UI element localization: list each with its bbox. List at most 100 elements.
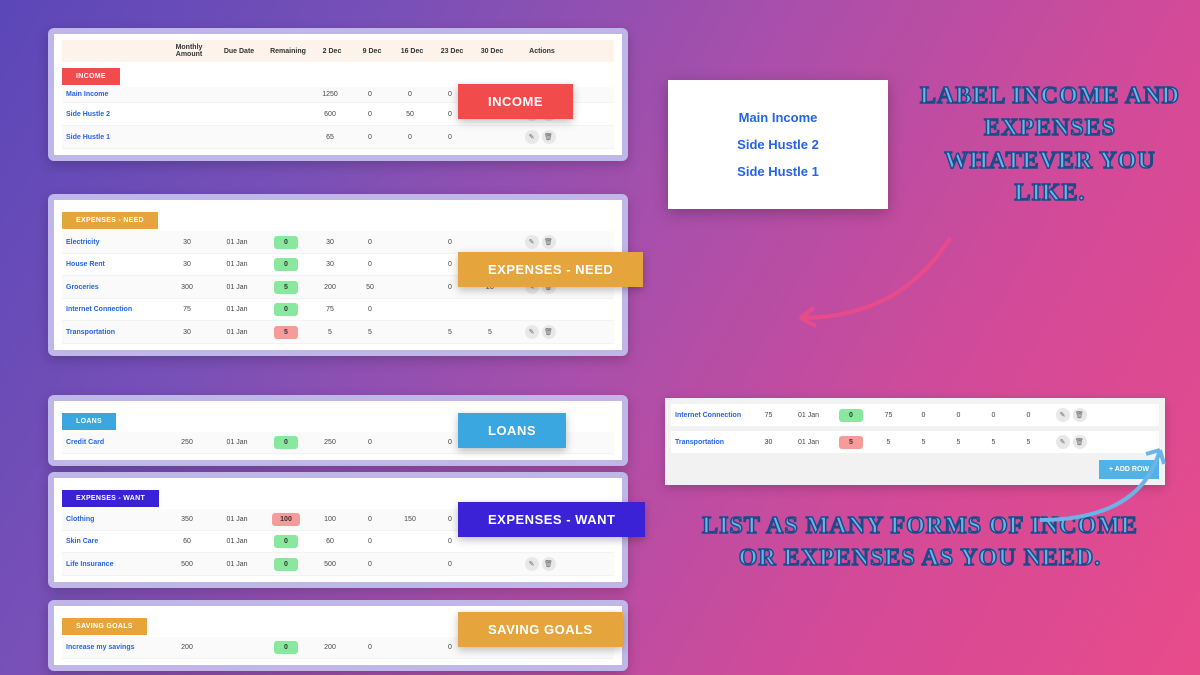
delete-icon[interactable]: 🗑 bbox=[542, 325, 556, 339]
actions: ✎🗑 bbox=[510, 325, 570, 339]
cell: 01 Jan bbox=[212, 439, 262, 446]
table-row: Internet Connection7501 Jan0750 bbox=[62, 299, 614, 321]
cell: 0 bbox=[430, 538, 470, 545]
cell: 50 bbox=[390, 111, 430, 118]
cell-remaining: 100 bbox=[262, 513, 310, 526]
row-name[interactable]: Credit Card bbox=[62, 439, 162, 446]
cell: 60 bbox=[310, 538, 350, 545]
table-row: Side Hustle 165000✎🗑 bbox=[62, 126, 614, 149]
cell: 01 Jan bbox=[212, 561, 262, 568]
cell: 0 bbox=[350, 111, 390, 118]
row-name[interactable]: Clothing bbox=[62, 516, 162, 523]
cell: 0 bbox=[906, 412, 941, 419]
cell: 30 bbox=[162, 329, 212, 336]
delete-icon[interactable]: 🗑 bbox=[1073, 408, 1087, 422]
cell: 75 bbox=[751, 412, 786, 419]
cell: 0 bbox=[430, 239, 470, 246]
caption-1: LABEL INCOME AND EXPENSES WHATEVER YOU L… bbox=[910, 80, 1190, 210]
cell: 0 bbox=[350, 516, 390, 523]
row-name[interactable]: Side Hustle 1 bbox=[62, 134, 162, 141]
cell: 5 bbox=[906, 439, 941, 446]
cell: 30 bbox=[162, 239, 212, 246]
cell: 01 Jan bbox=[212, 239, 262, 246]
cell: 30 bbox=[310, 239, 350, 246]
cell: 500 bbox=[310, 561, 350, 568]
edit-icon[interactable]: ✎ bbox=[525, 325, 539, 339]
row-name[interactable]: House Rent bbox=[62, 261, 162, 268]
cell-remaining: 0 bbox=[262, 303, 310, 316]
cell: 01 Jan bbox=[786, 412, 831, 419]
row-name[interactable]: Side Hustle 2 bbox=[62, 111, 162, 118]
cell: 600 bbox=[310, 111, 350, 118]
edit-icon[interactable]: ✎ bbox=[525, 557, 539, 571]
income-label: INCOME bbox=[62, 68, 120, 85]
cell: 01 Jan bbox=[212, 538, 262, 545]
table-row: Life Insurance50001 Jan050000✎🗑 bbox=[62, 553, 614, 576]
delete-icon[interactable]: 🗑 bbox=[542, 557, 556, 571]
cell-remaining: 5 bbox=[262, 326, 310, 339]
cell: 150 bbox=[390, 516, 430, 523]
cell-remaining: 5 bbox=[831, 436, 871, 449]
cell: 75 bbox=[310, 306, 350, 313]
arrow-2 bbox=[1030, 430, 1190, 530]
badge-need: EXPENSES - NEED bbox=[458, 252, 643, 287]
cell: 5 bbox=[350, 329, 390, 336]
arrow-1 bbox=[780, 228, 980, 348]
detail-item[interactable]: Side Hustle 1 bbox=[698, 164, 858, 179]
table-header: Monthly AmountDue DateRemaining2 Dec9 De… bbox=[62, 40, 614, 62]
cell: 200 bbox=[310, 644, 350, 651]
cell: 01 Jan bbox=[212, 306, 262, 313]
cell: 250 bbox=[162, 439, 212, 446]
row-name[interactable]: Life Insurance bbox=[62, 561, 162, 568]
cell: 200 bbox=[310, 284, 350, 291]
row-name[interactable]: Transportation bbox=[671, 439, 751, 446]
cell: 0 bbox=[390, 91, 430, 98]
cell: 30 bbox=[751, 439, 786, 446]
cell: 0 bbox=[1011, 412, 1046, 419]
cell: 01 Jan bbox=[786, 439, 831, 446]
cell-remaining: 0 bbox=[262, 535, 310, 548]
cell: 5 bbox=[430, 329, 470, 336]
cell: 5 bbox=[976, 439, 1011, 446]
cell: 50 bbox=[350, 284, 390, 291]
delete-icon[interactable]: 🗑 bbox=[542, 235, 556, 249]
edit-icon[interactable]: ✎ bbox=[1056, 408, 1070, 422]
cell: 200 bbox=[162, 644, 212, 651]
row-name[interactable]: Increase my savings bbox=[62, 644, 162, 651]
badge-want: EXPENSES - WANT bbox=[458, 502, 645, 537]
cell: 0 bbox=[430, 134, 470, 141]
table-row: Electricity3001 Jan03000✎🗑 bbox=[62, 231, 614, 254]
cell: 0 bbox=[430, 561, 470, 568]
cell: 30 bbox=[310, 261, 350, 268]
cell: 250 bbox=[310, 439, 350, 446]
row-name[interactable]: Internet Connection bbox=[671, 412, 751, 419]
cell: 5 bbox=[941, 439, 976, 446]
row-name[interactable]: Groceries bbox=[62, 284, 162, 291]
cell: 75 bbox=[162, 306, 212, 313]
cell: 0 bbox=[976, 412, 1011, 419]
cell: 60 bbox=[162, 538, 212, 545]
table-row: Transportation3001 Jan55555✎🗑 bbox=[62, 321, 614, 344]
table-row: Internet Connection7501 Jan0750000✎🗑 bbox=[671, 404, 1159, 427]
edit-icon[interactable]: ✎ bbox=[525, 235, 539, 249]
badge-income: INCOME bbox=[458, 84, 573, 119]
row-name[interactable]: Internet Connection bbox=[62, 306, 162, 313]
delete-icon[interactable]: 🗑 bbox=[542, 130, 556, 144]
cell: 01 Jan bbox=[212, 261, 262, 268]
detail-item[interactable]: Main Income bbox=[698, 110, 858, 125]
row-name[interactable]: Transportation bbox=[62, 329, 162, 336]
cell: 0 bbox=[350, 644, 390, 651]
cell: 0 bbox=[350, 561, 390, 568]
cell: 75 bbox=[871, 412, 906, 419]
cell: 0 bbox=[350, 134, 390, 141]
cell-remaining: 0 bbox=[262, 436, 310, 449]
row-name[interactable]: Skin Care bbox=[62, 538, 162, 545]
edit-icon[interactable]: ✎ bbox=[525, 130, 539, 144]
cell-remaining: 0 bbox=[262, 258, 310, 271]
need-label: EXPENSES - NEED bbox=[62, 212, 158, 229]
row-name[interactable]: Electricity bbox=[62, 239, 162, 246]
detail-card: Main Income Side Hustle 2 Side Hustle 1 bbox=[668, 80, 888, 209]
cell: 100 bbox=[310, 516, 350, 523]
row-name[interactable]: Main Income bbox=[62, 91, 162, 98]
detail-item[interactable]: Side Hustle 2 bbox=[698, 137, 858, 152]
